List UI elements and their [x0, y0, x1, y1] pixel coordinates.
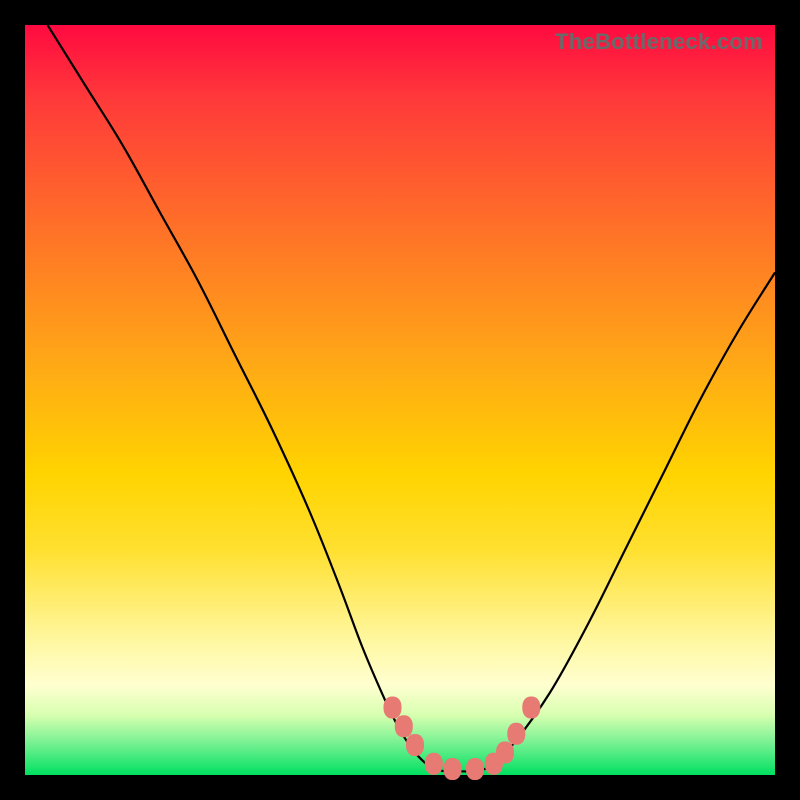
highlight-marker — [466, 758, 484, 780]
right-curve — [490, 273, 775, 768]
highlight-marker — [496, 742, 514, 764]
highlight-marker — [384, 697, 402, 719]
chart-svg — [25, 25, 775, 775]
highlight-marker — [507, 723, 525, 745]
highlight-marker — [522, 697, 540, 719]
highlight-marker — [425, 753, 443, 775]
marker-group — [384, 697, 541, 781]
chart-frame: TheBottleneck.com — [0, 0, 800, 800]
left-curve — [48, 25, 431, 768]
plot-area: TheBottleneck.com — [25, 25, 775, 775]
highlight-marker — [406, 734, 424, 756]
highlight-marker — [444, 758, 462, 780]
highlight-marker — [395, 715, 413, 737]
